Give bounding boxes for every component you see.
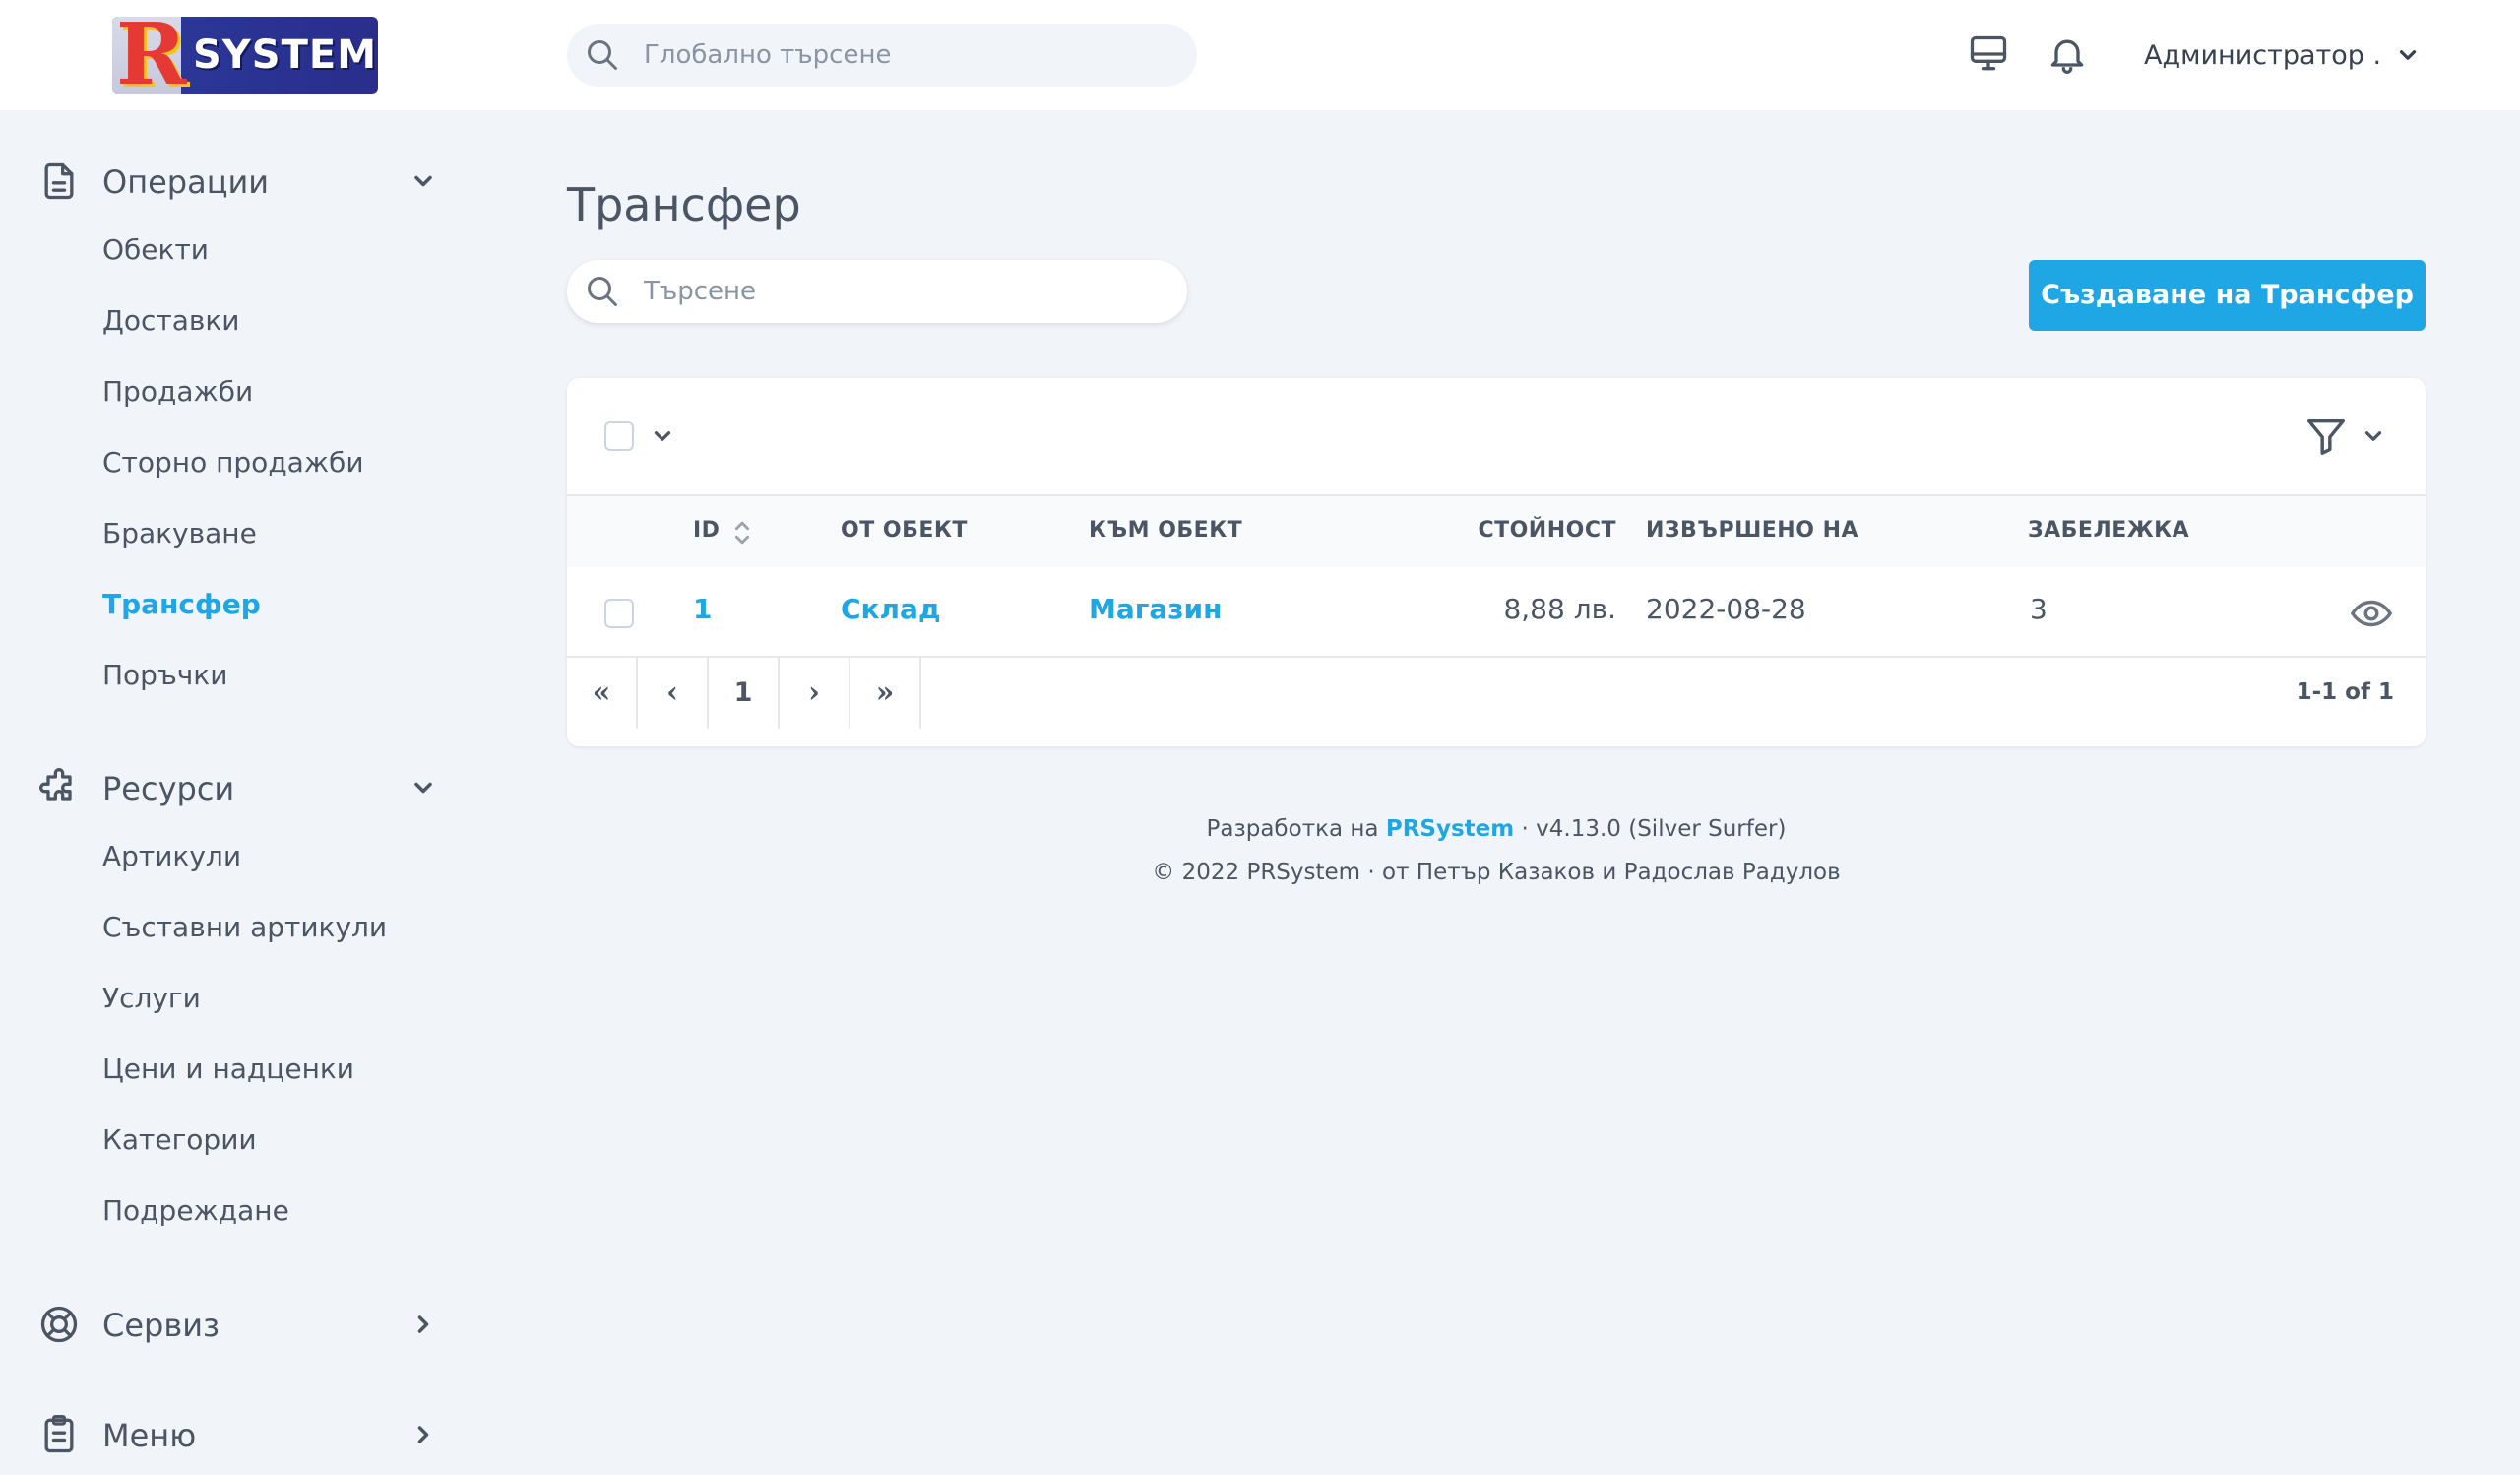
user-name: Администратор . (2144, 39, 2382, 71)
next-page-button[interactable]: › (780, 658, 850, 729)
monitor-icon[interactable] (1967, 30, 2010, 79)
chevron-right-icon (417, 1315, 429, 1333)
user-menu[interactable]: Администратор . (2144, 35, 2421, 75)
column-header-to[interactable]: КЪМ ОБЕКТ (1089, 518, 1242, 543)
sidebar-item-storno-sales[interactable]: Сторно продажби (102, 443, 364, 482)
sidebar-item-orders[interactable]: Поръчки (102, 656, 227, 695)
footer-copyright: © 2022 PRSystem · от Петър Казаков и Рад… (1152, 860, 1841, 885)
footer-prefix: Разработка на (1206, 816, 1379, 842)
chevron-down-icon (414, 782, 432, 794)
app-logo[interactable]: R SYSTEM (112, 17, 378, 94)
search-icon (588, 40, 617, 70)
global-search-input[interactable] (644, 35, 1175, 75)
sidebar-group-label: Сервиз (102, 1307, 220, 1344)
sidebar-group-label: Ресурси (102, 770, 235, 807)
sidebar-group-menu[interactable]: Меню (37, 1407, 451, 1460)
transfers-table-card: ID ОТ ОБЕКТ КЪМ ОБЕКТ СТОЙНОСТ ИЗВЪРШЕНО… (567, 378, 2426, 746)
sidebar-item-objects[interactable]: Обекти (102, 230, 209, 270)
column-header-from[interactable]: ОТ ОБЕКТ (841, 518, 968, 543)
column-header-note[interactable]: ЗАБЕЛЕЖКА (2028, 518, 2189, 543)
column-header-id[interactable]: ID (693, 518, 720, 543)
sidebar-item-services[interactable]: Услуги (102, 979, 201, 1018)
pagination: « ‹ 1 › » 1-1 of 1 (567, 658, 2426, 746)
sort-icon[interactable] (730, 516, 754, 549)
top-bar: R SYSTEM Администратор . (0, 0, 2520, 110)
row-note: 3 (2030, 593, 2048, 625)
search-icon (588, 277, 617, 306)
lifebuoy-icon (40, 1306, 78, 1343)
last-page-button[interactable]: » (850, 658, 921, 729)
clipboard-icon (44, 1415, 74, 1453)
search-input[interactable] (644, 272, 1156, 311)
eye-icon[interactable] (2349, 591, 2394, 636)
create-transfer-button[interactable]: Създаване на Трансфер (2029, 260, 2426, 331)
row-checkbox[interactable] (604, 599, 634, 628)
chevron-down-icon (2399, 50, 2417, 60)
sidebar-group-label: Операции (102, 163, 270, 201)
column-header-date[interactable]: ИЗВЪРШЕНО НА (1646, 518, 1858, 543)
footer-version: · v4.13.0 (Silver Surfer) (1521, 816, 1787, 842)
page-1-button[interactable]: 1 (709, 658, 780, 729)
logo-text: SYSTEM (193, 32, 377, 78)
row-id-link[interactable]: 1 (693, 593, 712, 625)
pagination-info: 1-1 of 1 (2296, 679, 2394, 705)
column-header-value[interactable]: СТОЙНОСТ (1478, 518, 1616, 543)
sidebar-item-transfer[interactable]: Трансфер (102, 585, 261, 624)
filter-icon[interactable] (2303, 414, 2349, 459)
first-page-button[interactable]: « (567, 658, 638, 729)
row-date: 2022-08-28 (1646, 593, 1806, 625)
sidebar-group-label: Меню (102, 1417, 197, 1454)
logo-letter: R (116, 17, 187, 94)
global-search[interactable] (567, 24, 1197, 87)
sidebar-item-deliveries[interactable]: Доставки (102, 301, 239, 341)
sidebar-item-ordering[interactable]: Подреждане (102, 1191, 289, 1231)
table-header: ID ОТ ОБЕКТ КЪМ ОБЕКТ СТОЙНОСТ ИЗВЪРШЕНО… (567, 496, 2426, 567)
footer-brand-link[interactable]: PRSystem (1386, 816, 1514, 842)
row-value: 8,88 лв. (1503, 593, 1616, 625)
chevron-down-icon (414, 175, 432, 187)
row-to-link[interactable]: Магазин (1089, 593, 1223, 625)
sidebar-item-prices[interactable]: Цени и надценки (102, 1050, 354, 1089)
sidebar-item-scrapping[interactable]: Бракуване (102, 514, 257, 553)
sidebar: Операции Обекти Доставки Продажби Сторно… (0, 110, 463, 1475)
search-box[interactable] (567, 260, 1187, 323)
sidebar-group-operations[interactable]: Операции (37, 154, 451, 207)
document-icon (44, 162, 74, 200)
select-all-checkbox[interactable] (604, 421, 634, 451)
sidebar-item-categories[interactable]: Категории (102, 1121, 257, 1160)
sidebar-item-articles[interactable]: Артикули (102, 837, 241, 876)
row-from-link[interactable]: Склад (841, 593, 941, 625)
sidebar-group-resources[interactable]: Ресурси (37, 760, 451, 813)
sidebar-group-service[interactable]: Сервиз (37, 1297, 451, 1350)
bell-icon[interactable] (2046, 30, 2089, 79)
table-row: 1 Склад Магазин 8,88 лв. 2022-08-28 3 (567, 567, 2426, 658)
footer-line-1: Разработка на PRSystem · v4.13.0 (Silver… (567, 807, 2426, 851)
chevron-down-icon[interactable] (650, 423, 675, 449)
table-toolbar (567, 378, 2426, 496)
previous-page-button[interactable]: ‹ (638, 658, 709, 729)
footer: Разработка на PRSystem · v4.13.0 (Silver… (567, 807, 2426, 894)
chevron-right-icon (417, 1426, 429, 1443)
sidebar-item-sales[interactable]: Продажби (102, 372, 253, 412)
sidebar-item-composite-articles[interactable]: Съставни артикули (102, 908, 387, 947)
page-title: Трансфер (567, 178, 801, 231)
puzzle-icon (39, 768, 72, 801)
chevron-down-icon[interactable] (2361, 423, 2386, 449)
